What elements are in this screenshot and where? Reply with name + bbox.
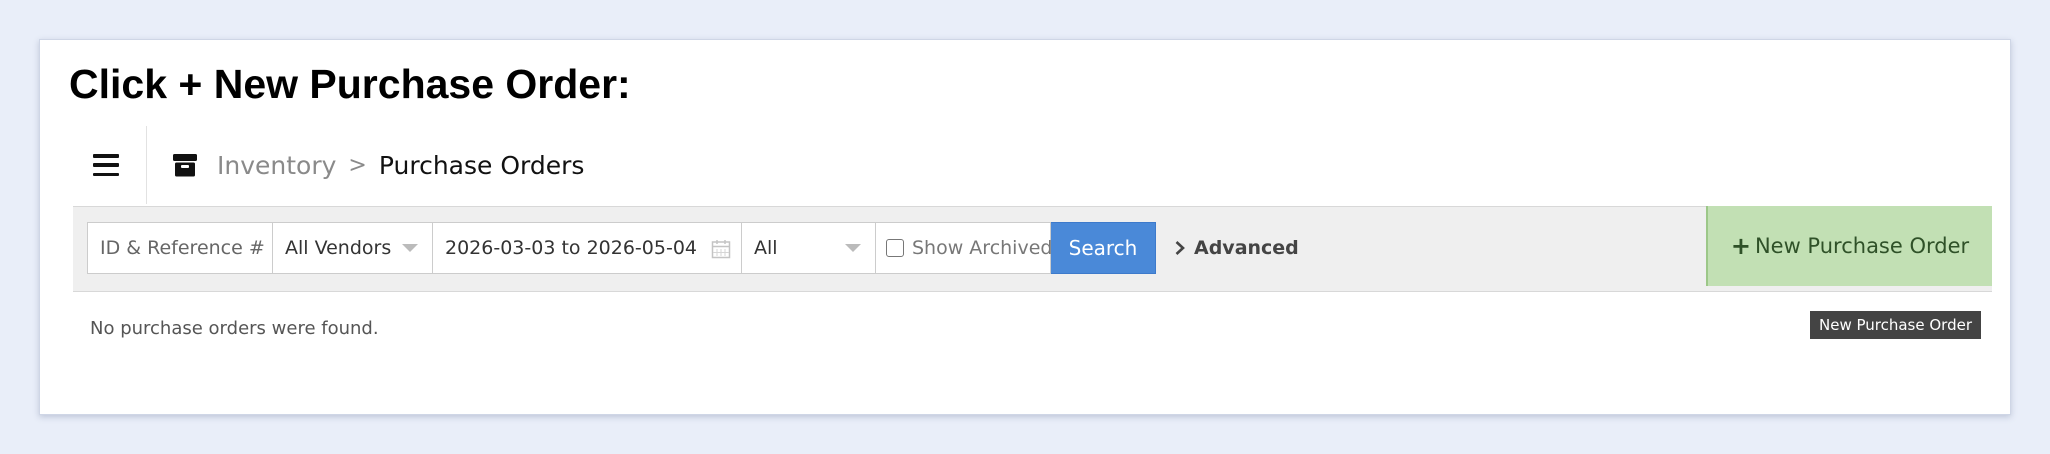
breadcrumb: Inventory > Purchase Orders — [171, 144, 584, 186]
id-reference-input[interactable]: ID & Reference # — [87, 222, 273, 274]
vendor-select[interactable]: All Vendors — [272, 222, 433, 274]
breadcrumb-separator: > — [348, 152, 367, 178]
status-select-value: All — [754, 237, 778, 259]
show-archived-label: Show Archived — [912, 237, 1053, 259]
vendor-select-value: All Vendors — [285, 237, 392, 259]
search-button[interactable]: Search — [1050, 222, 1156, 274]
empty-results-message: No purchase orders were found. — [90, 318, 379, 339]
instruction-title: Click + New Purchase Order: — [69, 61, 631, 107]
status-select[interactable]: All — [741, 222, 876, 274]
chevron-right-icon — [1175, 241, 1185, 255]
header-divider — [146, 126, 147, 204]
page-title: Purchase Orders — [378, 150, 585, 180]
new-purchase-order-button[interactable]: + New Purchase Order — [1706, 206, 1992, 286]
breadcrumb-inventory-link[interactable]: Inventory — [217, 151, 336, 180]
advanced-label: Advanced — [1194, 237, 1299, 259]
show-archived-checkbox[interactable] — [886, 239, 904, 257]
new-purchase-order-label: New Purchase Order — [1754, 234, 1970, 258]
caret-down-icon — [402, 244, 418, 252]
plus-icon: + — [1730, 232, 1751, 260]
filter-toolbar: ID & Reference # All Vendors 2026-03-03 … — [73, 206, 1992, 292]
new-purchase-order-tooltip: New Purchase Order — [1810, 311, 1981, 339]
id-reference-placeholder: ID & Reference # — [100, 237, 265, 259]
date-range-input[interactable]: 2026-03-03 to 2026-05-04 — [432, 222, 742, 274]
show-archived-toggle[interactable]: Show Archived — [875, 222, 1053, 274]
calendar-icon[interactable] — [711, 239, 731, 259]
hamburger-menu-icon[interactable] — [93, 154, 119, 176]
date-range-value: 2026-03-03 to 2026-05-04 — [445, 237, 697, 259]
filter-group: ID & Reference # All Vendors 2026-03-03 … — [87, 222, 1299, 274]
caret-down-icon — [845, 244, 861, 252]
advanced-filters-link[interactable]: Advanced — [1174, 222, 1299, 274]
archive-box-icon — [173, 154, 197, 177]
screenshot-card: Click + New Purchase Order: Inventory > … — [39, 39, 2011, 415]
